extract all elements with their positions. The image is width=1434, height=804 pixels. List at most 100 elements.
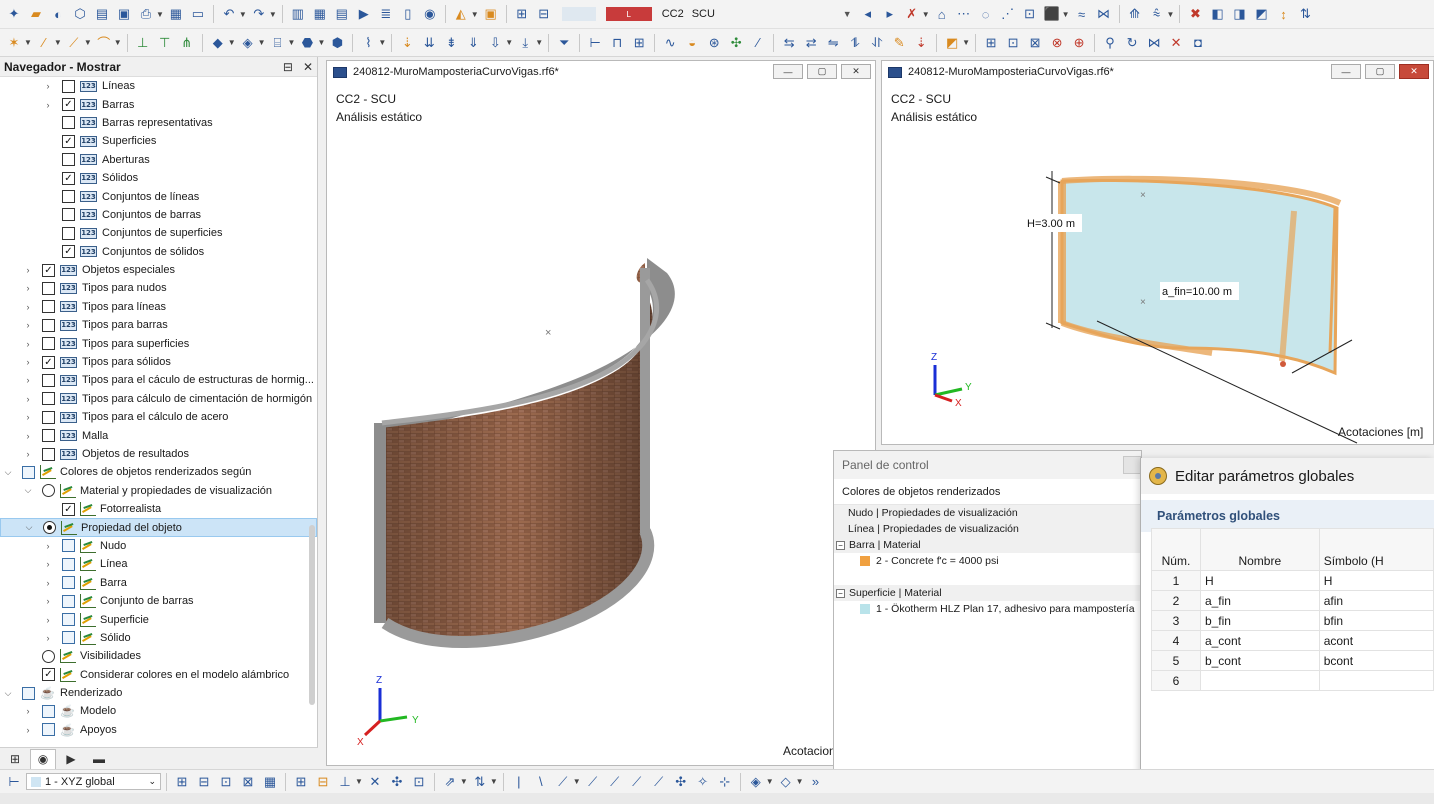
checkbox[interactable] — [42, 300, 55, 314]
brush-icon[interactable]: ✎ — [889, 33, 909, 53]
expand-chevron-icon[interactable]: › — [22, 302, 34, 312]
expand-chevron-icon[interactable]: › — [22, 725, 34, 735]
model-view-right[interactable]: 240812-MuroMamposteriaCurvoVigas.rf6* — … — [881, 60, 1434, 445]
checkbox[interactable] — [42, 723, 55, 737]
tree-item[interactable]: ⌵ Colores de objetos renderizados según — [0, 463, 317, 481]
previous-load-case-icon[interactable]: ◂ — [858, 4, 878, 24]
tree-item[interactable]: 123 Conjuntos de barras — [0, 206, 317, 224]
expand-chevron-icon[interactable]: › — [22, 431, 34, 441]
slash-icon[interactable]: ∕ — [748, 33, 768, 53]
tree-item[interactable]: › 123 Tipos para cálculo de cimentación de… — [0, 390, 317, 408]
tab-data-icon[interactable]: ⊞ — [2, 749, 28, 769]
spring-icon[interactable]: ⩯ — [1147, 4, 1167, 24]
expand-chevron-icon[interactable]: › — [22, 412, 34, 422]
box-icon[interactable]: ◧ — [1207, 4, 1227, 24]
cell-symbol[interactable]: bfin — [1318, 610, 1434, 631]
model-3d-canvas[interactable]: × Z Y X — [327, 83, 875, 765]
delete-icon[interactable]: ✖ — [1185, 4, 1205, 24]
snap-grid2-icon[interactable]: ⊠ — [238, 772, 258, 792]
axis-x-icon[interactable]: ↕ — [1273, 4, 1293, 24]
coordinate-system-icon[interactable]: ⊢ — [4, 772, 24, 792]
snap-mid-icon[interactable]: ⊕ — [1069, 33, 1089, 53]
align5-icon[interactable]: ⥯ — [867, 33, 887, 53]
checkbox[interactable] — [42, 447, 55, 461]
close-button[interactable]: ✕ — [841, 64, 871, 79]
snap-grid-icon[interactable]: ⊡ — [1003, 33, 1023, 53]
guideline5-icon[interactable]: ✣ — [387, 772, 407, 792]
line-tool2-icon[interactable]: \ — [531, 772, 551, 792]
align-icon[interactable]: ⇆ — [779, 33, 799, 53]
extremes-icon[interactable]: ⋰ — [998, 4, 1018, 24]
script-icon[interactable]: ≣ — [376, 4, 396, 24]
checkbox[interactable] — [62, 557, 75, 571]
snap-line-icon[interactable]: ⊟ — [194, 772, 214, 792]
checkbox[interactable] — [42, 704, 55, 718]
line-tool9-icon[interactable]: ✧ — [693, 772, 713, 792]
wireframe-canvas[interactable]: × × H=3.00 m a_fin=10.00 m Z Y X — [882, 83, 1433, 444]
table-row[interactable]: 4 a_cont acont — [1151, 630, 1434, 651]
pin-icon[interactable]: ⊟ — [283, 60, 293, 74]
expand-chevron-icon[interactable]: ⌵ — [2, 688, 14, 699]
expand-chevron-icon[interactable]: › — [42, 633, 54, 643]
guide-icon[interactable]: ⊛ — [704, 33, 724, 53]
surface-type-icon[interactable]: ◈ — [238, 33, 258, 53]
maximize-button[interactable]: ▢ — [1365, 64, 1395, 79]
tree-item[interactable]: ⌵ ☕ Renderizado — [0, 684, 317, 702]
tree-item[interactable]: 123 Aberturas — [0, 151, 317, 169]
align2-icon[interactable]: ⇄ — [801, 33, 821, 53]
tree-item[interactable]: ⌵ Material y propiedades de visualización — [0, 482, 317, 500]
member-type-icon[interactable]: ⋔ — [177, 33, 197, 53]
deformation-icon[interactable]: ⋯ — [954, 4, 974, 24]
rotate-icon[interactable]: ↻ — [1122, 33, 1142, 53]
surface-create-icon[interactable]: ◆ — [208, 33, 228, 53]
load-wizard-icon[interactable]: ⊟ — [534, 4, 554, 24]
close-icon[interactable]: ✕ — [303, 60, 313, 74]
guideline3-icon[interactable]: ⊥ — [335, 772, 355, 792]
grid-icon[interactable]: ▦ — [310, 4, 330, 24]
checkbox[interactable] — [62, 79, 75, 93]
checkbox[interactable] — [42, 281, 55, 295]
print-preview-icon[interactable]: ▤ — [92, 4, 112, 24]
navigator-icon[interactable]: ▤ — [332, 4, 352, 24]
tree-item[interactable]: 123 Conjuntos de líneas — [0, 187, 317, 205]
tree-item[interactable]: › ☕ Apoyos — [0, 721, 317, 739]
result-values-icon[interactable]: ⋈ — [1094, 4, 1114, 24]
expand-chevron-icon[interactable]: ⌵ — [22, 485, 34, 496]
numbering-icon[interactable]: ◌ — [976, 4, 996, 24]
link-icon[interactable]: ⚲ — [1100, 33, 1120, 53]
guideline2-icon[interactable]: ⊟ — [313, 772, 333, 792]
guideline4-icon[interactable]: ✕ — [365, 772, 385, 792]
filter-icon[interactable]: ⏷ — [554, 33, 574, 53]
checkbox[interactable] — [22, 465, 35, 479]
curved-masonry-wall[interactable] — [374, 258, 675, 648]
tree-item[interactable]: › Superficie — [0, 610, 317, 628]
tree-item[interactable]: › Barra — [0, 574, 317, 592]
align3-icon[interactable]: ⇋ — [823, 33, 843, 53]
marker-icon[interactable]: ⇣ — [911, 33, 931, 53]
tree-item[interactable]: › ✓ 123 Tipos para sólidos — [0, 353, 317, 371]
expand-chevron-icon[interactable]: › — [42, 578, 54, 588]
table-row[interactable]: 3 b_fin bfin — [1151, 610, 1434, 631]
checkbox[interactable] — [42, 373, 55, 387]
solid-type-icon[interactable]: ⬢ — [327, 33, 347, 53]
open-folder-icon[interactable]: ▰ — [26, 4, 46, 24]
arc-icon[interactable]: ⌒ — [94, 33, 114, 53]
checkbox[interactable] — [62, 594, 75, 608]
line-tool7-icon[interactable]: ⟋ — [649, 772, 669, 792]
checkbox[interactable] — [42, 318, 55, 332]
minimize-button[interactable]: — — [1331, 64, 1361, 79]
more-icon[interactable]: » — [806, 772, 826, 792]
close-button[interactable]: ✕ — [1399, 64, 1429, 79]
checkbox[interactable] — [62, 153, 75, 167]
tree-item[interactable]: › 123 Malla — [0, 426, 317, 444]
console-icon[interactable]: ▶ — [354, 4, 374, 24]
rsection-icon[interactable]: ◐ — [48, 4, 68, 24]
tree-item[interactable]: › 123 Tipos para nudos — [0, 279, 317, 297]
solid-icon[interactable]: ◨ — [1229, 4, 1249, 24]
load-node-icon[interactable]: ⇣ — [397, 33, 417, 53]
load-imposed-icon[interactable]: ⤓ — [515, 33, 535, 53]
calculator-icon[interactable]: ▯ — [398, 4, 418, 24]
model-web-icon[interactable]: ⬡ — [70, 4, 90, 24]
workplane-icon[interactable]: ▦ — [260, 772, 280, 792]
undo-icon[interactable]: ↶ — [219, 4, 239, 24]
